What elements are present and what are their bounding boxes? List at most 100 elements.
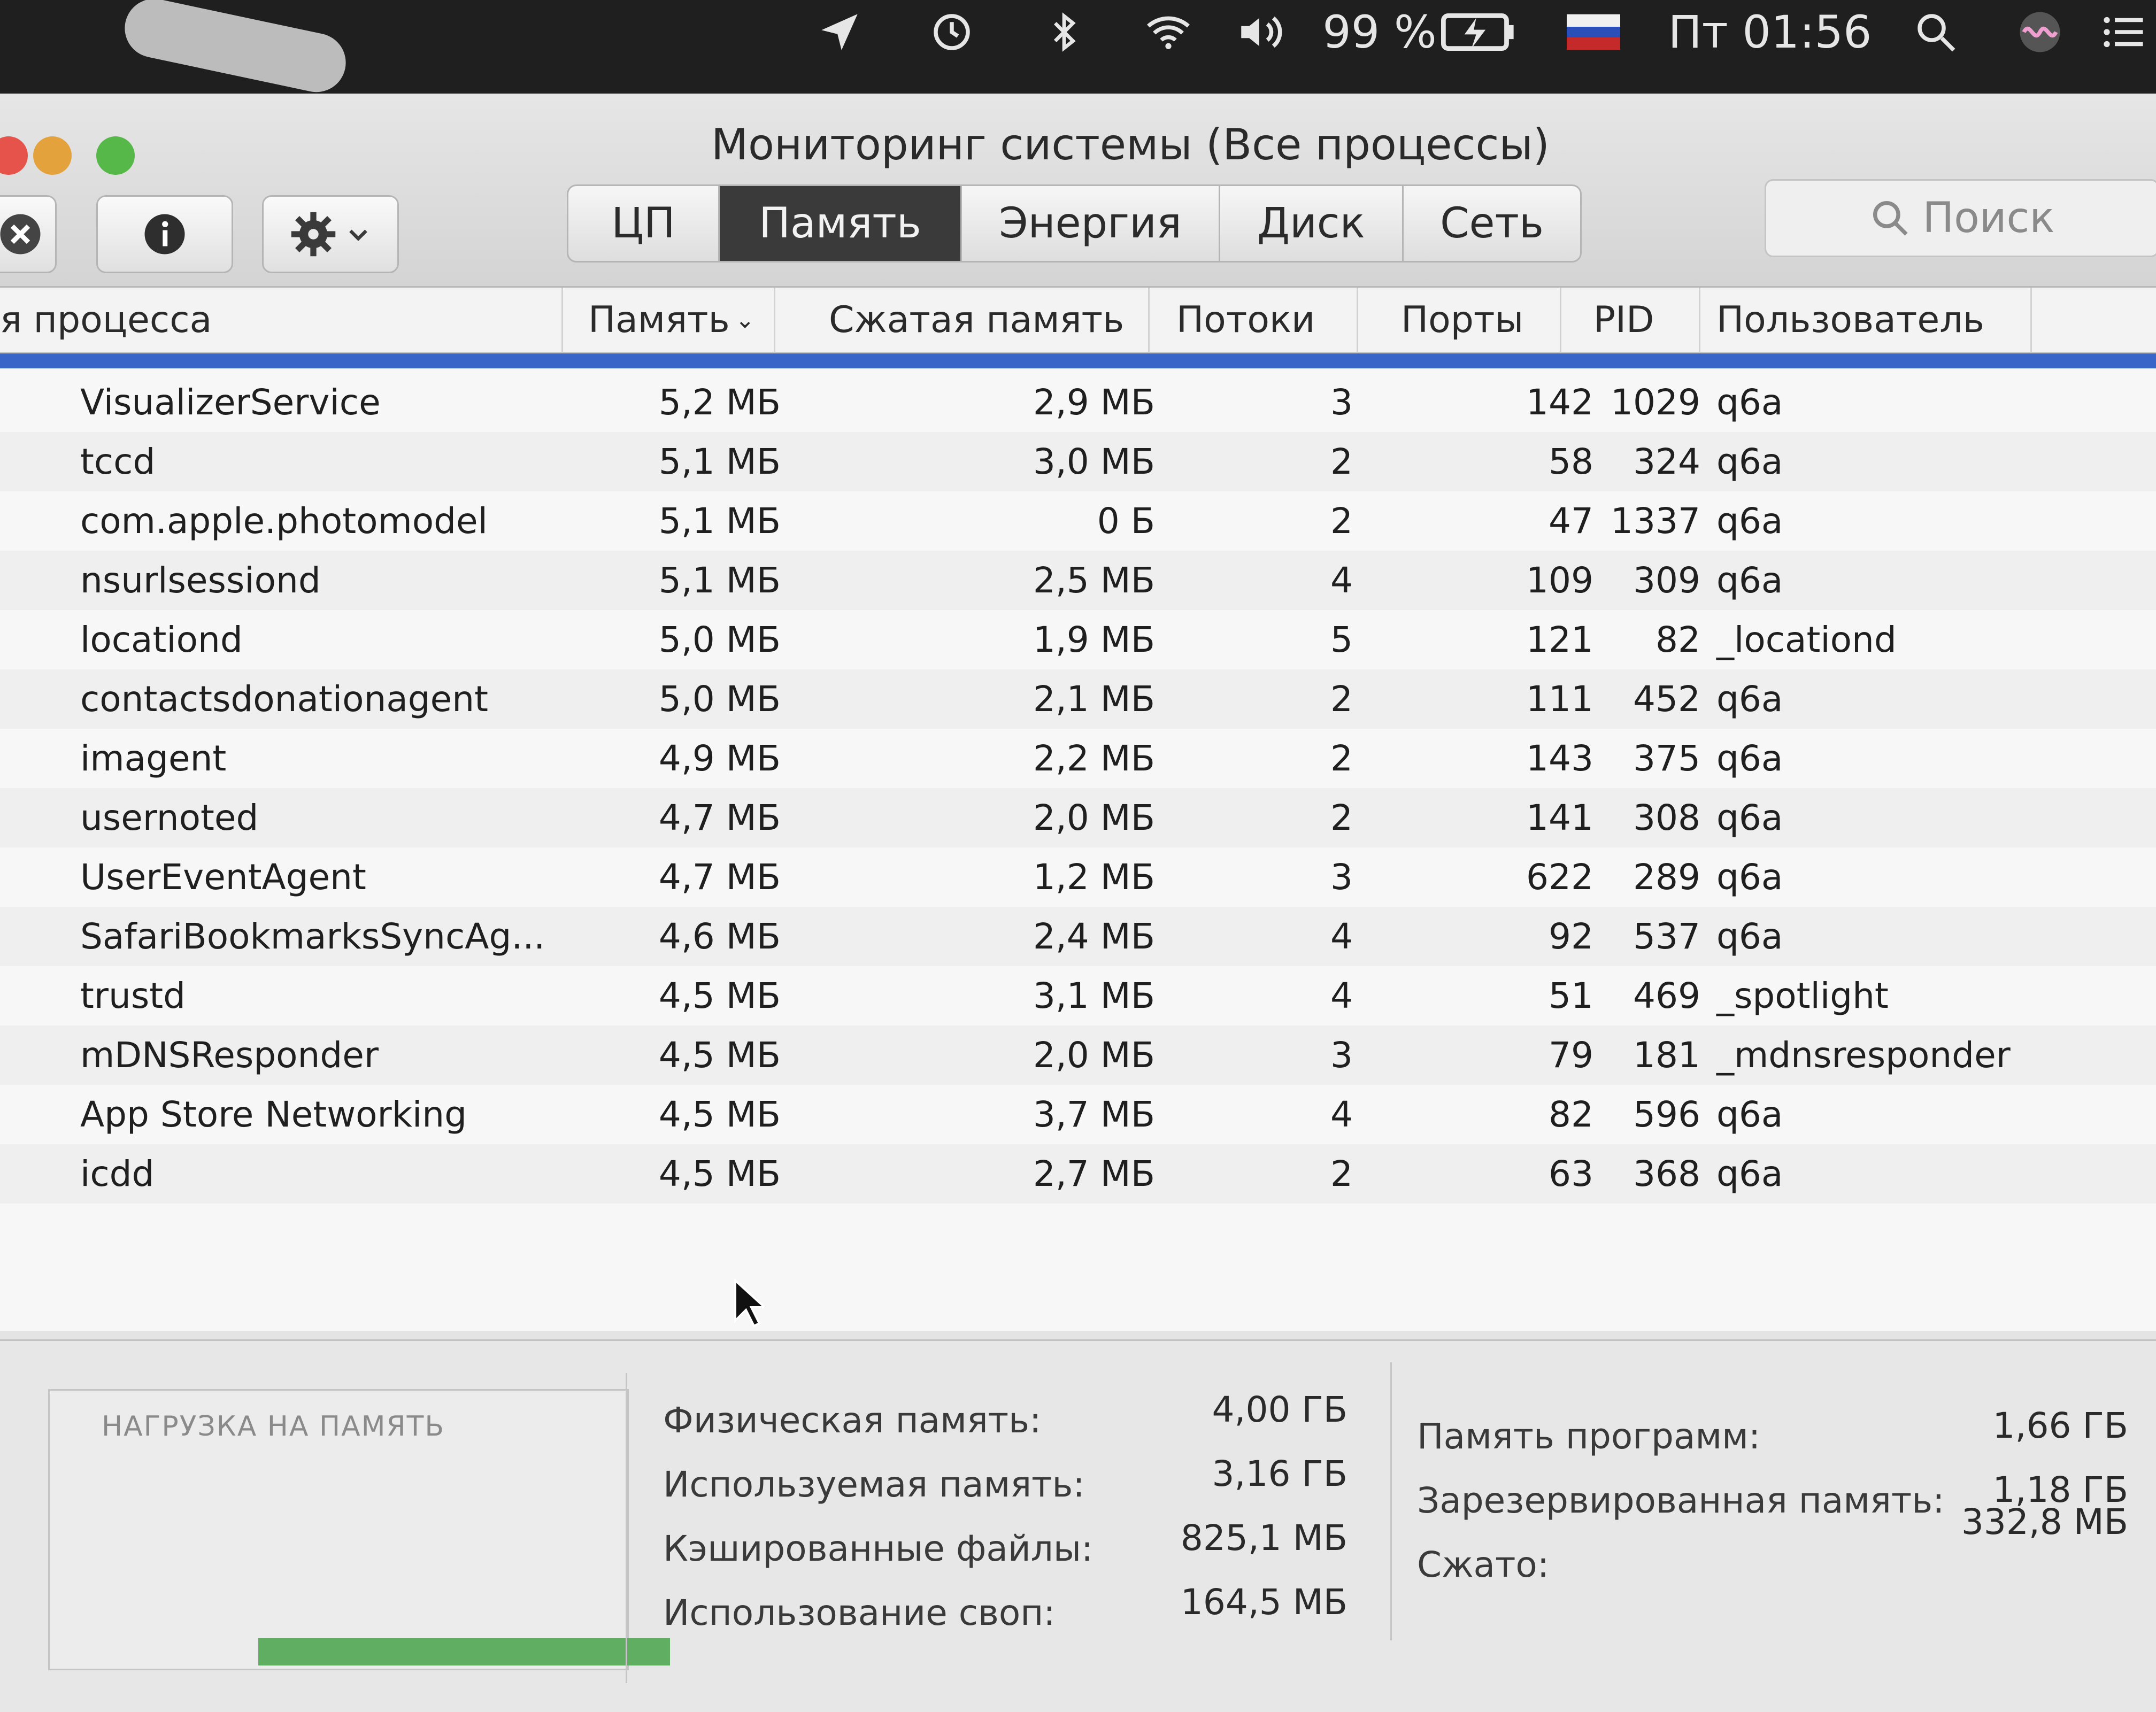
minimize-window-button[interactable] — [33, 136, 72, 175]
table-row[interactable]: icdd 4,5 МБ 2,7 МБ 2 63 368 q6a — [0, 1144, 2156, 1204]
activity-monitor-window: Мониторинг системы (Все процессы) ЦП Пам… — [0, 94, 2156, 1712]
table-row[interactable]: App Store Networking 4,5 МБ 3,7 МБ 4 82 596 q6… — [0, 1085, 2156, 1144]
user-value: _spotlight — [1716, 975, 1889, 1016]
table-row[interactable]: trustd 4,5 МБ 3,1 МБ 4 51 469 _spotlight — [0, 966, 2156, 1025]
table-row[interactable]: locationd 5,0 МБ 1,9 МБ 5 121 82 _locationd — [0, 610, 2156, 669]
sort-descending-icon: ⌄ — [735, 306, 755, 334]
wifi-icon[interactable] — [1139, 5, 1198, 59]
tab-disk[interactable]: Диск — [1220, 186, 1404, 261]
memory-value: 5,0 МБ — [658, 619, 781, 660]
user-value: _locationd — [1716, 619, 1897, 660]
memory-value: 4,5 МБ — [658, 1035, 781, 1076]
tab-energy[interactable]: Энергия — [962, 186, 1220, 261]
chevron-down-icon — [349, 229, 367, 241]
battery-percent: 99 % — [1322, 6, 1437, 58]
process-name: trustd — [80, 975, 186, 1016]
ports-value: 622 — [1526, 857, 1593, 898]
location-arrow-icon[interactable] — [813, 5, 866, 59]
column-header-label: PID — [1593, 298, 1654, 341]
memory-value: 5,0 МБ — [658, 678, 781, 720]
user-value: q6a — [1716, 1153, 1783, 1194]
spotlight-icon[interactable] — [1909, 5, 1962, 59]
compressed-memory-value: 2,2 МБ — [1033, 738, 1155, 779]
user-value: q6a — [1716, 441, 1783, 482]
process-name: VisualizerService — [80, 382, 381, 423]
menu-bar: 99 % Пт 01:56 — [0, 0, 2156, 102]
notification-center-icon[interactable] — [2096, 5, 2150, 59]
ports-value: 47 — [1549, 500, 1593, 542]
column-header-user[interactable]: Пользователь — [1700, 288, 2032, 352]
memory-value: 4,5 МБ — [658, 1094, 781, 1135]
compressed-memory-value: 3,1 МБ — [1033, 975, 1155, 1016]
siri-icon[interactable] — [2011, 5, 2069, 59]
memory-value: 4,9 МБ — [658, 738, 781, 779]
stop-process-button[interactable] — [0, 195, 57, 273]
ports-value: 92 — [1549, 916, 1593, 957]
pid-value: 469 — [1633, 975, 1700, 1016]
ports-value: 109 — [1526, 560, 1593, 601]
memory-value: 4,5 МБ — [658, 975, 781, 1016]
column-header-label: я процесса — [0, 298, 212, 341]
ports-value: 142 — [1526, 382, 1593, 423]
action-menu-button[interactable] — [262, 195, 399, 273]
tab-memory[interactable]: Память — [720, 186, 962, 261]
column-header-compressed[interactable]: Сжатая память — [775, 288, 1150, 352]
volume-icon[interactable] — [1230, 5, 1289, 59]
table-row[interactable]: mDNSResponder 4,5 МБ 2,0 МБ 3 79 181 _mdnsresp… — [0, 1025, 2156, 1085]
tab-cpu[interactable]: ЦП — [568, 186, 720, 261]
time-machine-icon[interactable] — [925, 5, 979, 59]
column-header-memory[interactable]: Память ⌄ — [561, 288, 775, 352]
column-header-ports[interactable]: Порты — [1358, 288, 1561, 352]
process-name: App Store Networking — [80, 1094, 467, 1135]
user-value: q6a — [1716, 738, 1783, 779]
flag-ru-icon[interactable] — [1567, 5, 1620, 59]
ports-value: 63 — [1549, 1153, 1593, 1194]
ports-value: 141 — [1526, 797, 1593, 838]
threads-value: 4 — [1330, 1094, 1353, 1135]
zoom-window-button[interactable] — [96, 136, 135, 175]
clock[interactable]: Пт 01:56 — [1668, 5, 1872, 59]
close-window-button[interactable] — [0, 136, 28, 175]
pid-value: 181 — [1633, 1035, 1700, 1076]
compressed-memory-value: 3,7 МБ — [1033, 1094, 1155, 1135]
search-field[interactable]: Поиск — [1765, 179, 2156, 257]
memory-value: 4,5 МБ — [658, 1153, 781, 1194]
table-row[interactable]: VisualizerService 5,2 МБ 2,9 МБ 3 142 1029 q6a — [0, 373, 2156, 432]
table-row[interactable]: UserEventAgent 4,7 МБ 1,2 МБ 3 622 289 q6a — [0, 847, 2156, 907]
table-row[interactable]: com.apple.photomodel 5,1 МБ 0 Б 2 47 1337 q6a — [0, 491, 2156, 551]
battery-icon[interactable] — [1438, 5, 1519, 59]
column-header-process-name[interactable]: я процесса — [0, 288, 563, 352]
tab-network[interactable]: Сеть — [1404, 186, 1580, 261]
table-row[interactable]: SafariBookmarksSyncAg... 4,6 МБ 2,4 МБ 4 92 5… — [0, 907, 2156, 966]
process-table: VisualizerService 5,2 МБ 2,9 МБ 3 142 1029 q6a… — [0, 368, 2156, 1331]
pid-value: 309 — [1633, 560, 1700, 601]
window-title: Мониторинг системы (Все процессы) — [711, 119, 1550, 169]
threads-value: 4 — [1330, 975, 1353, 1016]
table-row[interactable]: nsurlsessiond 5,1 МБ 2,5 МБ 4 109 309 q6a — [0, 551, 2156, 610]
table-row[interactable]: usernoted 4,7 МБ 2,0 МБ 2 141 308 q6a — [0, 788, 2156, 847]
process-name: imagent — [80, 738, 227, 779]
compressed-memory-value: 0 Б — [1097, 500, 1155, 542]
process-name: usernoted — [80, 797, 259, 838]
compressed-memory-value: 2,1 МБ — [1033, 678, 1155, 720]
threads-value: 2 — [1330, 738, 1353, 779]
search-icon — [1873, 201, 1908, 236]
process-name: SafariBookmarksSyncAg... — [80, 916, 545, 957]
process-name: icdd — [80, 1153, 155, 1194]
memory-value: 5,1 МБ — [658, 560, 781, 601]
threads-value: 3 — [1330, 382, 1353, 423]
bluetooth-icon[interactable] — [1043, 5, 1085, 59]
inspect-process-button[interactable] — [96, 195, 233, 273]
column-header-pid[interactable]: PID — [1561, 288, 1700, 352]
column-header-threads[interactable]: Потоки — [1150, 288, 1358, 352]
memory-value: 4,7 МБ — [658, 797, 781, 838]
ports-value: 82 — [1549, 1094, 1593, 1135]
table-row[interactable]: contactsdonationagent 5,0 МБ 2,1 МБ 2 111 452… — [0, 669, 2156, 729]
selected-row-partial[interactable] — [0, 353, 2156, 368]
table-row[interactable]: imagent 4,9 МБ 2,2 МБ 2 143 375 q6a — [0, 729, 2156, 788]
stat-value-physical: 4,00 ГБ — [1212, 1389, 1348, 1430]
table-row[interactable]: tccd 5,1 МБ 3,0 МБ 2 58 324 q6a — [0, 432, 2156, 491]
user-value: q6a — [1716, 500, 1783, 542]
stat-value-used: 3,16 ГБ — [1212, 1453, 1348, 1494]
process-name: locationd — [80, 619, 243, 660]
